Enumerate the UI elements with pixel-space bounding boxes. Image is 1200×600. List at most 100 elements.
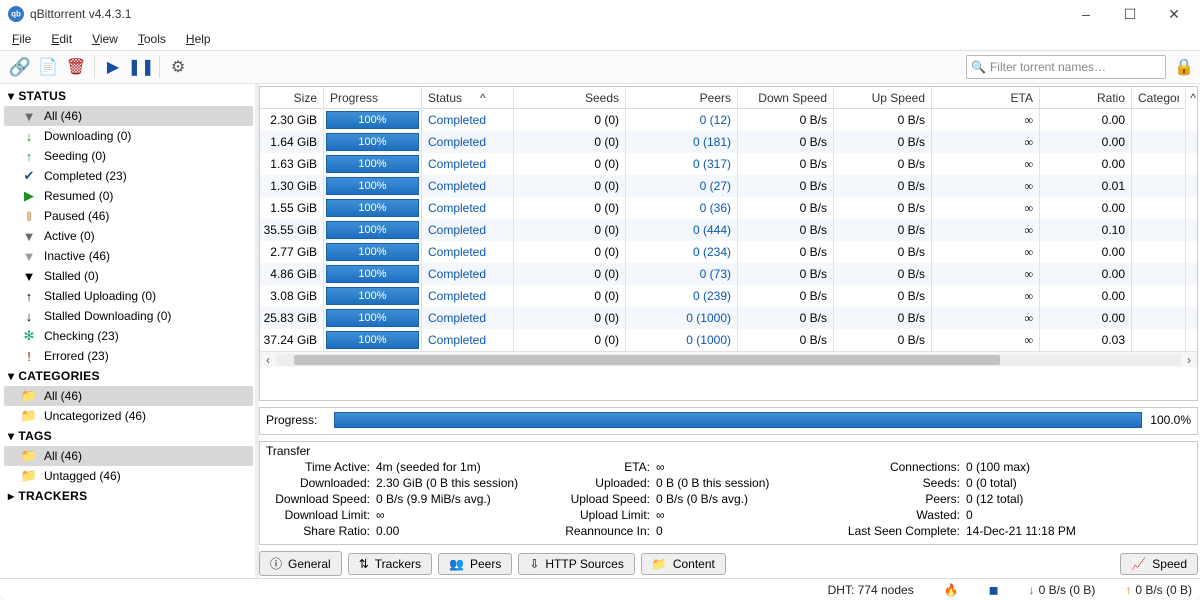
col-seeds[interactable]: Seeds — [514, 87, 626, 109]
sidebar-status-item[interactable]: ✔Completed (23) — [4, 166, 253, 186]
filter-input[interactable]: 🔍 Filter torrent names… — [966, 55, 1166, 79]
sidebar-status-item[interactable]: ‖Paused (46) — [4, 206, 253, 226]
table-row[interactable]: 35.55 GiB100%Completed0 (0)0 (444)0 B/s0… — [260, 219, 1197, 241]
col-up-speed[interactable]: Up Speed — [834, 87, 932, 109]
status-filter-icon: ↓ — [22, 309, 36, 324]
col-ratio[interactable]: Ratio — [1040, 87, 1132, 109]
status-header[interactable]: ▾STATUS — [4, 86, 253, 106]
cell-peers: 0 (1000) — [626, 329, 738, 351]
cell-eta: ∞ — [932, 131, 1040, 153]
sidebar-status-item[interactable]: !Errored (23) — [4, 346, 253, 366]
trackers-header[interactable]: ▸TRACKERS — [4, 486, 253, 506]
cell-peers: 0 (36) — [626, 197, 738, 219]
cell-progress: 100% — [324, 109, 422, 131]
close-button[interactable]: ✕ — [1152, 0, 1196, 28]
status-filter-icon: ↑ — [22, 289, 36, 304]
transfer-panel: Transfer Time Active:4m (seeded for 1m) … — [259, 441, 1198, 545]
sidebar-status-item[interactable]: ↓Downloading (0) — [4, 126, 253, 146]
cell-ratio: 0.00 — [1040, 263, 1132, 285]
cell-eta: ∞ — [932, 197, 1040, 219]
cell-peers: 0 (12) — [626, 109, 738, 131]
tags-header[interactable]: ▾TAGS — [4, 426, 253, 446]
menu-view[interactable]: View — [84, 30, 126, 48]
detail-progress-value: 100.0% — [1150, 413, 1191, 427]
cell-peers: 0 (1000) — [626, 307, 738, 329]
table-row[interactable]: 37.24 GiB100%Completed0 (0)0 (1000)0 B/s… — [260, 329, 1197, 351]
sidebar-tag-item[interactable]: 📁Untagged (46) — [4, 466, 253, 486]
table-row[interactable]: 1.55 GiB100%Completed0 (0)0 (36)0 B/s0 B… — [260, 197, 1197, 219]
menu-file[interactable]: File — [4, 30, 39, 48]
table-row[interactable]: 1.30 GiB100%Completed0 (0)0 (27)0 B/s0 B… — [260, 175, 1197, 197]
table-hscrollbar[interactable]: ‹› — [260, 351, 1197, 367]
v-seeds: 0 (0 total) — [966, 476, 1116, 490]
delete-button[interactable]: 🗑 — [62, 53, 90, 81]
col-down-speed[interactable]: Down Speed — [738, 87, 834, 109]
tab-peers[interactable]: 👥Peers — [438, 553, 512, 575]
resume-button[interactable]: ▶ — [99, 53, 127, 81]
sidebar-status-item[interactable]: ▼Stalled (0) — [4, 266, 253, 286]
tab-speed[interactable]: 📈Speed — [1120, 553, 1198, 575]
col-progress[interactable]: Progress — [324, 87, 422, 109]
app-icon — [8, 6, 24, 22]
table-row[interactable]: 3.08 GiB100%Completed0 (0)0 (239)0 B/s0 … — [260, 285, 1197, 307]
sidebar-category-item[interactable]: 📁All (46) — [4, 386, 253, 406]
menu-tools[interactable]: Tools — [130, 30, 174, 48]
cell-down-speed: 0 B/s — [738, 285, 834, 307]
col-size[interactable]: Size — [260, 87, 324, 109]
table-row[interactable]: 1.63 GiB100%Completed0 (0)0 (317)0 B/s0 … — [260, 153, 1197, 175]
cell-status: Completed — [422, 175, 514, 197]
lock-icon[interactable]: 🔒 — [1174, 57, 1194, 77]
status-filter-icon: ▶ — [22, 188, 36, 204]
table-row[interactable]: 25.83 GiB100%Completed0 (0)0 (1000)0 B/s… — [260, 307, 1197, 329]
sidebar-status-item[interactable]: ▼All (46) — [4, 106, 253, 126]
sidebar-status-item[interactable]: ✻Checking (23) — [4, 326, 253, 346]
minimize-button[interactable]: – — [1064, 0, 1108, 28]
tab-trackers[interactable]: ⇅Trackers — [348, 553, 432, 575]
add-file-button[interactable]: 📄 — [34, 53, 62, 81]
categories-header[interactable]: ▾CATEGORIES — [4, 366, 253, 386]
cell-ratio: 0.10 — [1040, 219, 1132, 241]
table-row[interactable]: 2.30 GiB100%Completed0 (0)0 (12)0 B/s0 B… — [260, 109, 1197, 131]
cell-category — [1132, 285, 1186, 307]
sidebar-item-label: Stalled Uploading (0) — [44, 289, 156, 303]
settings-button[interactable]: ⚙ — [164, 53, 192, 81]
table-row[interactable]: 2.77 GiB100%Completed0 (0)0 (234)0 B/s0 … — [260, 241, 1197, 263]
search-icon: 🔍 — [971, 60, 986, 74]
table-row[interactable]: 1.64 GiB100%Completed0 (0)0 (181)0 B/s0 … — [260, 131, 1197, 153]
cell-category — [1132, 307, 1186, 329]
col-category[interactable]: Category^ — [1132, 87, 1186, 109]
sidebar-status-item[interactable]: ↓Stalled Downloading (0) — [4, 306, 253, 326]
tab-content[interactable]: 📁Content — [641, 553, 726, 575]
cell-seeds: 0 (0) — [514, 153, 626, 175]
tab-http-sources[interactable]: ⇩HTTP Sources — [518, 553, 635, 575]
title-bar: qBittorrent v4.4.3.1 – ☐ ✕ — [0, 0, 1200, 28]
col-eta[interactable]: ETA — [932, 87, 1040, 109]
menu-edit[interactable]: Edit — [43, 30, 80, 48]
cell-category — [1132, 219, 1186, 241]
sidebar-tag-item[interactable]: 📁All (46) — [4, 446, 253, 466]
cell-up-speed: 0 B/s — [834, 153, 932, 175]
sidebar-status-item[interactable]: ▼Inactive (46) — [4, 246, 253, 266]
k-share-ratio: Share Ratio: — [266, 524, 376, 538]
pause-button[interactable]: ❚❚ — [127, 53, 155, 81]
sidebar-category-item[interactable]: 📁Uncategorized (46) — [4, 406, 253, 426]
v-reannounce: 0 — [656, 524, 836, 538]
sidebar-status-item[interactable]: ▼Active (0) — [4, 226, 253, 246]
status-filter-icon: ▼ — [22, 269, 36, 284]
cell-progress: 100% — [324, 241, 422, 263]
sidebar-status-item[interactable]: ↑Seeding (0) — [4, 146, 253, 166]
table-row[interactable]: 4.86 GiB100%Completed0 (0)0 (73)0 B/s0 B… — [260, 263, 1197, 285]
sidebar-item-label: Seeding (0) — [44, 149, 106, 163]
tab-general[interactable]: ⓘGeneral — [259, 551, 342, 576]
cell-peers: 0 (27) — [626, 175, 738, 197]
http-icon: ⇩ — [529, 557, 539, 571]
cell-progress: 100% — [324, 307, 422, 329]
maximize-button[interactable]: ☐ — [1108, 0, 1152, 28]
sidebar-status-item[interactable]: ▶Resumed (0) — [4, 186, 253, 206]
col-peers[interactable]: Peers — [626, 87, 738, 109]
add-link-button[interactable]: 🔗 — [6, 53, 34, 81]
col-status[interactable]: Status^ — [422, 87, 514, 109]
menu-help[interactable]: Help — [178, 30, 219, 48]
cell-category — [1132, 263, 1186, 285]
sidebar-status-item[interactable]: ↑ Stalled Uploading (0) — [4, 286, 253, 306]
